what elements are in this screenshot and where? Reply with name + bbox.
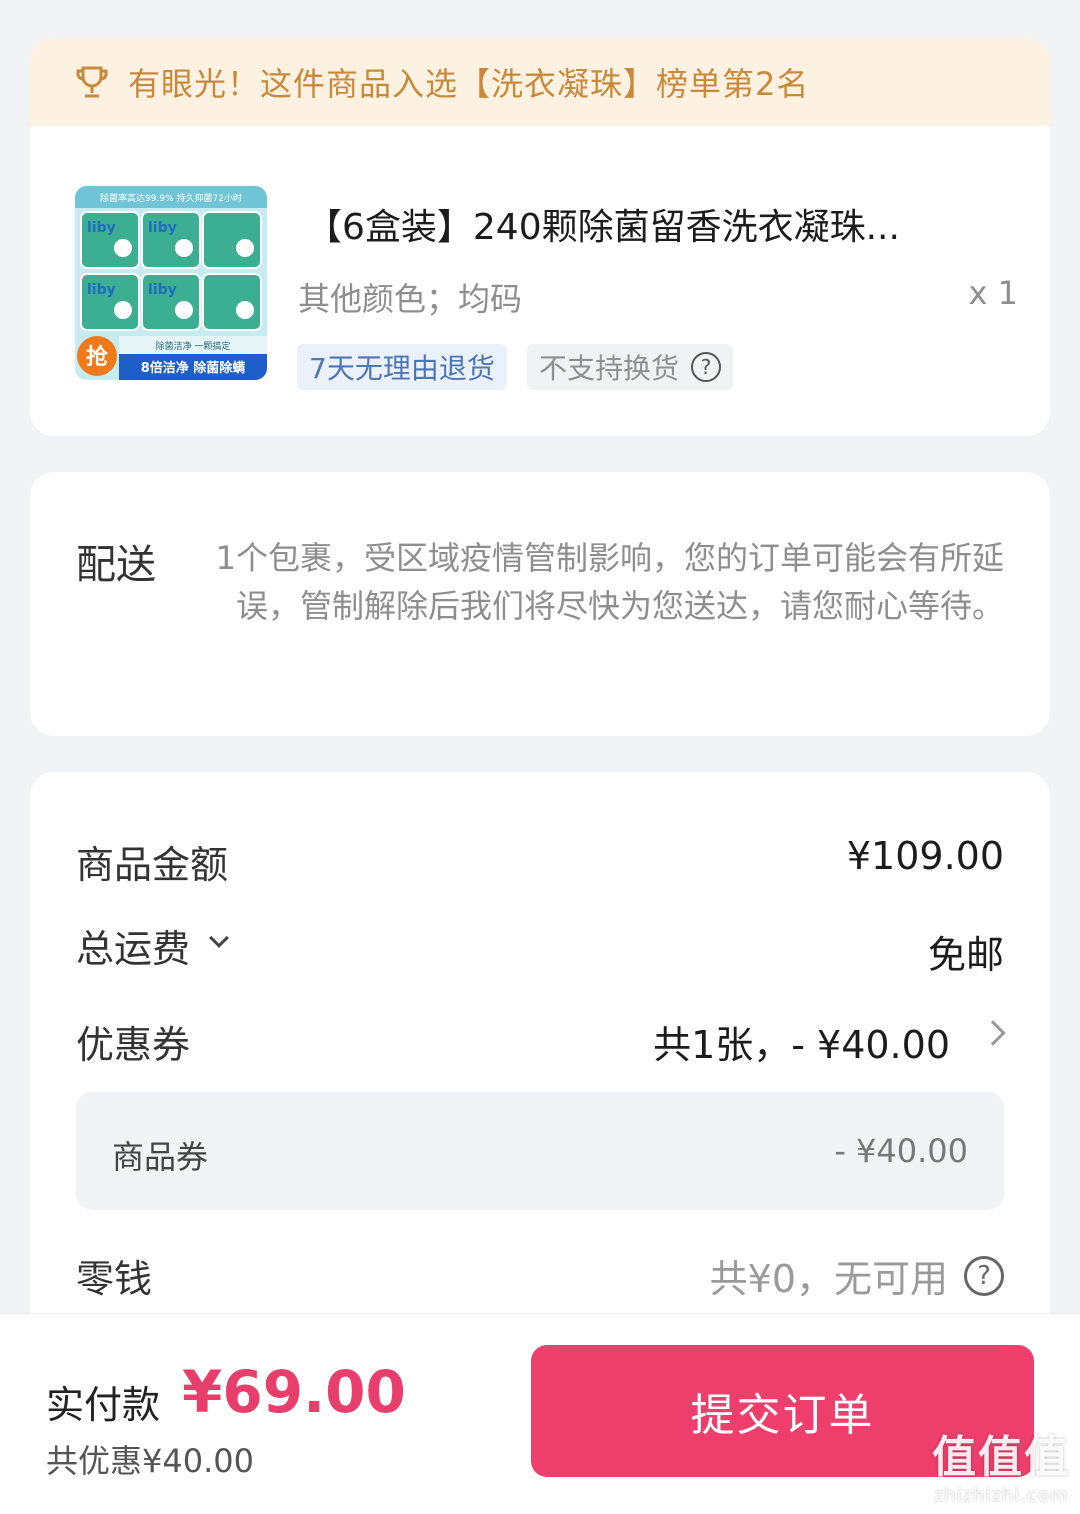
goods-amount-label: 商品金额: [76, 843, 229, 887]
change-row-value: 共¥0，无可用 ?: [710, 1248, 1004, 1303]
thumb-badge: 抢: [86, 344, 109, 370]
return-policy-label: 7天无理由退货: [309, 352, 495, 385]
trophy-icon: [76, 66, 108, 98]
total-discount: 共优惠¥40.00: [46, 1442, 254, 1480]
goods-coupon-label: 商品券: [112, 1138, 209, 1176]
help-icon[interactable]: ?: [964, 1255, 1004, 1296]
chevron-right-icon[interactable]: [980, 1020, 1006, 1046]
chevron-down-icon: [209, 927, 229, 948]
product-thumbnail[interactable]: 除菌率高达99.9% 持久抑菌72小时 liby liby liby liby …: [75, 186, 267, 380]
goods-amount-value: ¥109.00: [846, 834, 1004, 878]
change-label: 零钱: [76, 1257, 153, 1301]
svg-text:liby: liby: [87, 282, 116, 298]
product-quantity: x 1: [968, 274, 1018, 312]
thumb-banner: 8倍洁净 除菌除螨: [141, 360, 246, 376]
pay-amount: ¥69.00: [182, 1358, 406, 1426]
coupon-value[interactable]: 共1张，- ¥40.00: [653, 1014, 950, 1069]
coupon-label: 优惠券: [76, 1023, 191, 1067]
product-title[interactable]: 【6盒装】240颗除菌留香洗衣凝珠...: [306, 198, 1006, 250]
help-icon[interactable]: ?: [691, 352, 722, 382]
goods-coupon-box: 商品券 - ¥40.00: [76, 1092, 1004, 1210]
exchange-policy-tag[interactable]: 不支持换货 ?: [527, 344, 734, 390]
watermark-logo: 值值值: [932, 1432, 1070, 1483]
shipping-toggle[interactable]: 总运费: [76, 918, 229, 973]
svg-text:liby: liby: [148, 220, 177, 236]
thumb-top-text: 除菌率高达99.9% 持久抑菌72小时: [100, 192, 242, 204]
rank-banner[interactable]: 有眼光！这件商品入选【洗衣凝珠】榜单第2名: [30, 38, 1050, 126]
delivery-notice: 1个包裹，受区域疫情管制影响，您的订单可能会有所延误，管制解除后我们将尽快为您送…: [215, 539, 1004, 625]
goods-coupon-value: - ¥40.00: [834, 1132, 968, 1170]
change-value: 共¥0，无可用: [709, 1257, 948, 1301]
checkout-bar: 实付款 ¥69.00 共优惠¥40.00 提交订单 值值值 zhizhizhi.…: [0, 1313, 1080, 1514]
delivery-card: 配送 1个包裹，受区域疫情管制影响，您的订单可能会有所延误，管制解除后我们将尽快…: [30, 472, 1050, 736]
rank-banner-text: 有眼光！这件商品入选【洗衣凝珠】榜单第2名: [128, 65, 810, 103]
delivery-label: 配送: [76, 542, 156, 588]
thumb-brand: liby: [87, 220, 116, 236]
pay-label: 实付款: [46, 1383, 161, 1427]
shipping-label: 总运费: [76, 927, 191, 971]
product-spec: 其他颜色；均码: [298, 280, 523, 318]
thumb-slogan: 除菌洁净 一颗搞定: [156, 340, 231, 352]
return-policy-tag: 7天无理由退货: [297, 344, 507, 390]
exchange-policy-label: 不支持换货: [539, 352, 680, 385]
watermark: 值值值 zhizhizhi.com: [932, 1421, 1070, 1506]
price-card: 商品金额 ¥109.00 总运费 免邮 优惠券 共1张，- ¥40.00 商品券…: [30, 772, 1050, 1372]
svg-text:liby: liby: [148, 282, 177, 298]
watermark-url: zhizhizhi.com: [933, 1485, 1069, 1506]
shipping-value: 免邮: [927, 933, 1004, 977]
product-card: 有眼光！这件商品入选【洗衣凝珠】榜单第2名 除菌率高达99.9% 持久抑菌72小…: [30, 38, 1050, 436]
